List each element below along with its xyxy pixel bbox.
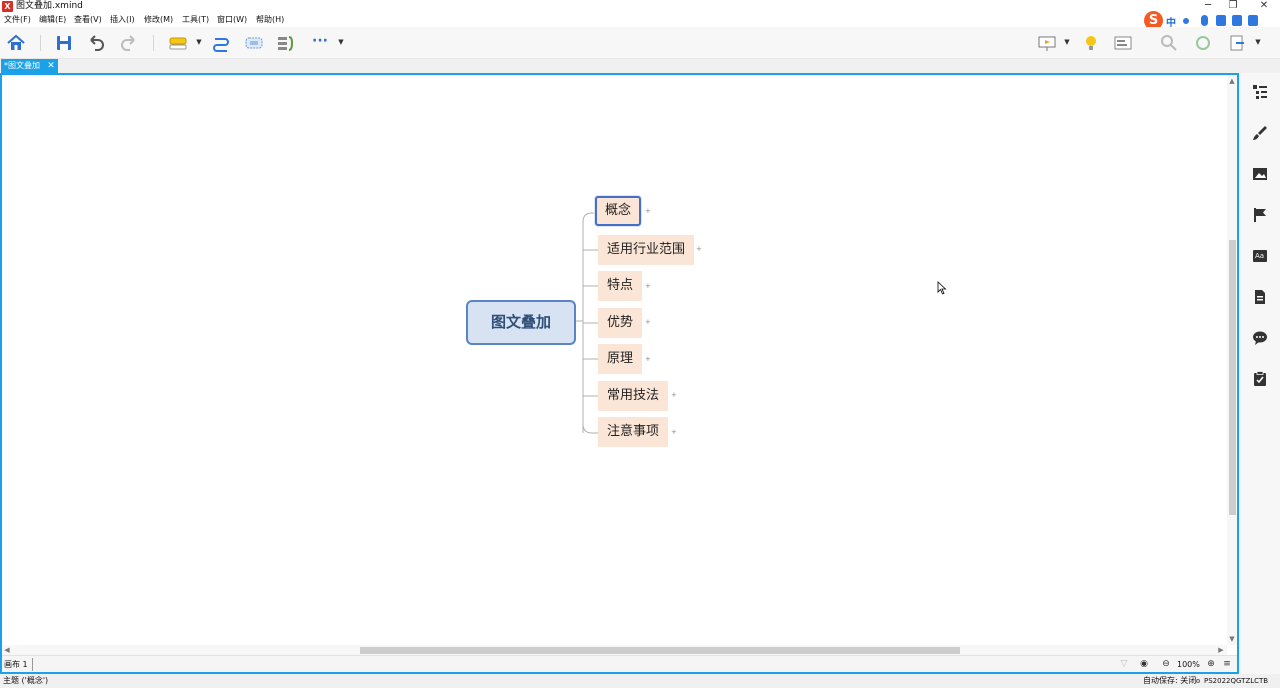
summary-icon[interactable] bbox=[275, 32, 297, 54]
horizontal-scroll-thumb[interactable] bbox=[360, 647, 960, 654]
share-icon[interactable] bbox=[1192, 32, 1214, 54]
flag-icon[interactable] bbox=[1251, 206, 1269, 224]
license-status-icon bbox=[1196, 679, 1200, 683]
ime-skin-icon[interactable] bbox=[1232, 15, 1242, 26]
scroll-left-icon[interactable]: ◀ bbox=[2, 646, 12, 654]
format-brush-icon[interactable] bbox=[1251, 124, 1269, 142]
home-icon[interactable] bbox=[5, 32, 27, 54]
collapse-toggle-icon[interactable]: + bbox=[645, 208, 651, 215]
collapse-toggle-icon[interactable]: + bbox=[645, 356, 651, 363]
ime-voice-icon[interactable] bbox=[1201, 15, 1208, 26]
mouse-cursor-icon bbox=[937, 281, 947, 295]
title-bar: X 图文叠加.xmind ─ ❐ ✕ bbox=[0, 0, 1280, 13]
export-icon[interactable] bbox=[1226, 32, 1248, 54]
subtopic-industry-scope[interactable]: 适用行业范围 bbox=[598, 235, 695, 265]
selected-topic-status: 主题 ('概念') bbox=[3, 676, 49, 685]
boundary-icon[interactable] bbox=[243, 32, 265, 54]
brainstorm-icon[interactable] bbox=[1080, 32, 1102, 54]
scroll-right-icon[interactable]: ▶ bbox=[1216, 646, 1226, 654]
menu-insert[interactable]: 插入(I) bbox=[110, 14, 135, 26]
toolbar-divider bbox=[40, 35, 41, 51]
menu-view[interactable]: 查看(V) bbox=[74, 14, 102, 26]
presentation-dropdown[interactable]: ▼ bbox=[1063, 37, 1071, 47]
app-logo-icon: X bbox=[2, 1, 13, 12]
sheet-tab[interactable]: 画布 1 bbox=[4, 658, 33, 671]
ime-toolbox-icon[interactable] bbox=[1248, 15, 1258, 26]
redo-icon[interactable] bbox=[118, 32, 140, 54]
zoom-level[interactable]: 100% bbox=[1177, 658, 1200, 671]
document-tab[interactable]: *图文叠加 ✕ bbox=[1, 59, 58, 73]
collapse-toggle-icon[interactable]: + bbox=[645, 283, 651, 290]
mindmap-canvas[interactable]: 图文叠加 概念 + 适用行业范围 + 特点 + 优势 + 原理 + 常用技法 +… bbox=[2, 75, 1227, 645]
close-tab-icon[interactable]: ✕ bbox=[46, 59, 56, 73]
comment-icon[interactable] bbox=[1251, 329, 1269, 347]
document-tab-label: *图文叠加 bbox=[4, 61, 40, 70]
editor-status-bar: 画布 1 ▽ ◉ ⊖ 100% ⊕ ≡ bbox=[2, 655, 1237, 672]
subtopic-principle[interactable]: 原理 bbox=[598, 344, 643, 374]
document-tab-bar: *图文叠加 ✕ bbox=[0, 59, 1280, 73]
topic-insert-icon[interactable] bbox=[167, 32, 189, 54]
image-icon[interactable] bbox=[1251, 165, 1269, 183]
filter-icon[interactable]: ▽ bbox=[1118, 658, 1130, 671]
subtopic-concept[interactable]: 概念 bbox=[595, 196, 642, 226]
save-icon[interactable] bbox=[53, 32, 75, 54]
zoom-out-icon[interactable]: ⊖ bbox=[1160, 658, 1172, 671]
editor-area: 图文叠加 概念 + 适用行业范围 + 特点 + 优势 + 原理 + 常用技法 +… bbox=[0, 73, 1239, 674]
menu-file[interactable]: 文件(F) bbox=[4, 14, 31, 26]
scroll-up-icon[interactable]: ▲ bbox=[1227, 77, 1237, 85]
subtopic-common-techniques[interactable]: 常用技法 bbox=[598, 381, 669, 411]
subtopic-notes[interactable]: 注意事项 bbox=[598, 417, 669, 447]
menu-bar: 文件(F) 编辑(E) 查看(V) 插入(I) 修改(M) 工具(T) 窗口(W… bbox=[0, 13, 1280, 27]
outline-panel-icon[interactable] bbox=[1251, 83, 1269, 101]
zoom-in-icon[interactable]: ⊕ bbox=[1205, 658, 1217, 671]
menu-window[interactable]: 窗口(W) bbox=[217, 14, 247, 26]
menu-icon[interactable]: ≡ bbox=[1221, 658, 1233, 671]
relationship-icon[interactable] bbox=[210, 32, 232, 54]
toolbar-divider bbox=[153, 35, 154, 51]
undo-icon[interactable] bbox=[85, 32, 107, 54]
collapse-toggle-icon[interactable]: + bbox=[671, 429, 677, 436]
vertical-scroll-thumb[interactable] bbox=[1229, 240, 1236, 515]
export-dropdown[interactable]: ▼ bbox=[1254, 37, 1262, 47]
more-dropdown[interactable]: ▼ bbox=[337, 37, 345, 47]
more-icon[interactable]: ··· bbox=[309, 32, 331, 54]
scroll-down-icon[interactable]: ▼ bbox=[1227, 635, 1237, 643]
presentation-icon[interactable] bbox=[1036, 32, 1058, 54]
license-label: PS2022QGTZLCTB bbox=[1204, 677, 1269, 685]
ime-punct-icon[interactable] bbox=[1183, 18, 1189, 24]
central-topic[interactable]: 图文叠加 bbox=[466, 300, 576, 345]
eye-icon[interactable]: ◉ bbox=[1138, 658, 1150, 671]
menu-edit[interactable]: 编辑(E) bbox=[39, 14, 66, 26]
text-style-icon[interactable]: Aa bbox=[1251, 247, 1269, 265]
task-icon[interactable] bbox=[1251, 370, 1269, 388]
collapse-toggle-icon[interactable]: + bbox=[671, 392, 677, 399]
collapse-toggle-icon[interactable]: + bbox=[645, 319, 651, 326]
vertical-scrollbar[interactable]: ▲ ▼ bbox=[1227, 75, 1237, 645]
svg-text:Aa: Aa bbox=[1255, 252, 1264, 260]
zoom-icon[interactable] bbox=[1158, 32, 1180, 54]
notes-icon[interactable] bbox=[1251, 288, 1269, 306]
subtopic-advantages[interactable]: 优势 bbox=[598, 308, 643, 338]
right-panel: Aa bbox=[1241, 73, 1280, 674]
collapse-toggle-icon[interactable]: + bbox=[696, 246, 702, 253]
window-title: 图文叠加.xmind bbox=[16, 1, 83, 11]
autosave-status[interactable]: 自动保存: 关闭 bbox=[1143, 675, 1196, 687]
menu-modify[interactable]: 修改(M) bbox=[144, 14, 173, 26]
ime-keyboard-icon[interactable] bbox=[1216, 15, 1226, 26]
topic-insert-dropdown[interactable]: ▼ bbox=[195, 37, 203, 47]
menu-tools[interactable]: 工具(T) bbox=[182, 14, 209, 26]
menu-help[interactable]: 帮助(H) bbox=[256, 14, 284, 26]
subtopic-features[interactable]: 特点 bbox=[598, 271, 643, 301]
outline-icon[interactable] bbox=[1112, 32, 1134, 54]
horizontal-scrollbar[interactable]: ◀ ▶ bbox=[2, 645, 1227, 655]
status-bar: 主题 ('概念') 自动保存: 关闭 PS2022QGTZLCTB bbox=[0, 674, 1280, 688]
toolbar: ▼ ··· ▼ ▼ ▼ bbox=[0, 27, 1280, 59]
